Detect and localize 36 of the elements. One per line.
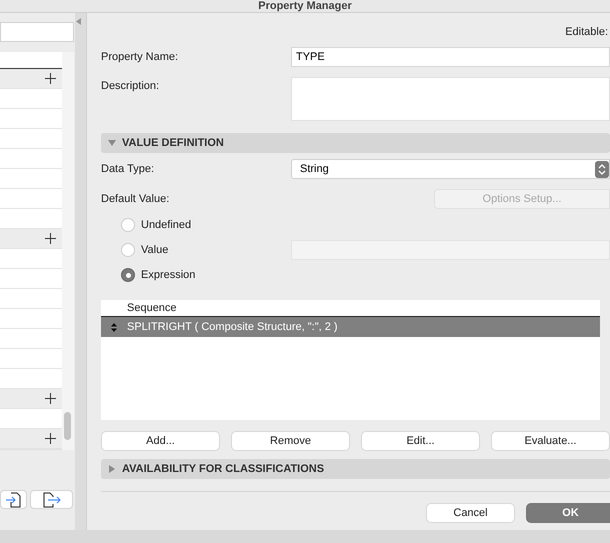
editable-label: Editable: — [565, 26, 608, 40]
collapse-arrow-icon[interactable] — [76, 18, 81, 25]
description-field[interactable] — [291, 77, 610, 121]
import-button[interactable] — [0, 490, 27, 509]
section-header[interactable]: VALUE DEFINITION — [101, 133, 610, 153]
scrollbar-thumb[interactable] — [64, 412, 71, 440]
column-header[interactable]: Sequence — [127, 302, 177, 314]
radio-option[interactable]: Undefined — [121, 218, 291, 232]
field-label: Default Value: — [101, 193, 170, 205]
action-button[interactable]: Evaluate... — [491, 431, 610, 451]
radio-option[interactable]: Value — [121, 243, 291, 257]
search-field[interactable] — [0, 22, 74, 42]
ok-button[interactable]: OK — [526, 503, 610, 523]
cancel-button[interactable]: Cancel — [426, 503, 515, 523]
export-file-icon — [42, 492, 60, 508]
export-button[interactable] — [30, 490, 73, 509]
action-button[interactable]: Add... — [101, 431, 220, 451]
updown-icon — [595, 160, 609, 178]
table-row[interactable]: SPLITRIGHT ( Composite Structure, ":", 2 ) — [101, 317, 600, 337]
radio-button[interactable] — [121, 268, 135, 282]
window-title: Property Manager — [258, 0, 352, 12]
property-name-field[interactable]: TYPE — [291, 47, 610, 67]
data-type-select[interactable]: String — [291, 159, 610, 179]
drag-handle-icon[interactable] — [111, 322, 117, 332]
field-label: Data Type: — [101, 163, 155, 175]
action-button[interactable]: Remove — [231, 431, 350, 451]
field-label: Description: — [101, 79, 160, 92]
import-file-icon — [6, 492, 22, 508]
plus-icon[interactable] — [45, 433, 56, 444]
plus-icon[interactable] — [45, 393, 56, 404]
section-header[interactable]: AVAILABILITY FOR CLASSIFICATIONS — [101, 459, 610, 479]
radio-option[interactable]: Expression — [121, 268, 291, 282]
plus-icon[interactable] — [45, 73, 56, 84]
action-button[interactable]: Edit... — [361, 431, 480, 451]
plus-icon[interactable] — [45, 233, 56, 244]
field-label: Property Name: — [101, 51, 180, 63]
